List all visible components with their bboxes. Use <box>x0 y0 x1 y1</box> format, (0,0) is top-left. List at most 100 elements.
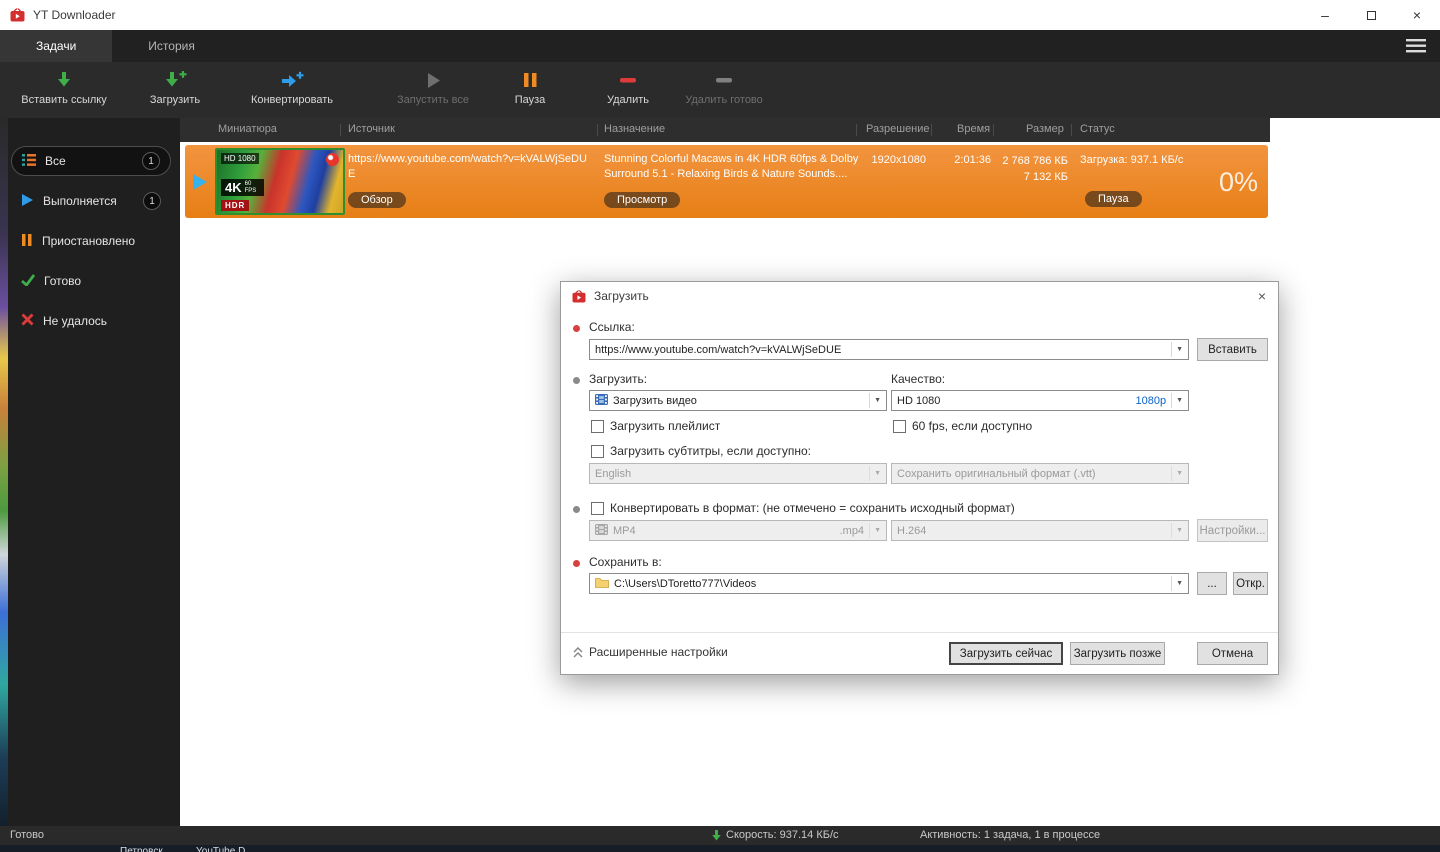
checkbox-box[interactable] <box>591 501 604 515</box>
windows-taskbar-sliver: Петровск... YouTube D... <box>0 845 1440 852</box>
tab-history[interactable]: История <box>112 30 231 62</box>
window-title: YT Downloader <box>33 8 116 22</box>
checkbox-box[interactable] <box>591 419 604 433</box>
quality-value: HD 1080 <box>897 394 941 407</box>
format-select[interactable]: MP4 .mp4 ▼ <box>589 520 887 541</box>
col-resolution[interactable]: Разрешение <box>866 123 930 135</box>
delete-button[interactable]: Удалить <box>596 70 660 106</box>
col-status[interactable]: Статус <box>1080 123 1115 135</box>
pause-all-button[interactable]: Пауза <box>498 70 562 106</box>
subtitle-format-select[interactable]: Сохранить оригинальный формат (.vtt) ▼ <box>891 463 1189 484</box>
playlist-checkbox[interactable]: Загрузить плейлист <box>591 419 720 433</box>
col-size[interactable]: Размер <box>1026 123 1064 135</box>
convert-settings-button[interactable]: Настройки... <box>1197 519 1268 542</box>
resolution-value: 1920x1080 <box>871 154 926 166</box>
dialog-titlebar: Загрузить × <box>561 282 1278 310</box>
chevron-down-icon[interactable]: ▼ <box>869 393 881 408</box>
column-separator <box>340 124 341 136</box>
col-time[interactable]: Время <box>957 123 990 135</box>
maximize-icon <box>1366 10 1376 20</box>
save-path-combobox[interactable]: C:\Users\DToretto777\Videos ▼ <box>589 573 1189 594</box>
dialog-title: Загрузить <box>594 289 649 303</box>
quality-label: Качество: <box>891 372 946 386</box>
download-later-button[interactable]: Загрузить позже <box>1070 642 1165 665</box>
link-label: Ссылка: <box>589 320 635 334</box>
playlist-checkbox-label: Загрузить плейлист <box>610 419 721 433</box>
sidebar-item-failed[interactable]: Не удалось <box>11 306 171 336</box>
convert-label: Конвертировать <box>250 94 334 106</box>
chevron-down-icon[interactable]: ▼ <box>1171 342 1183 357</box>
subtitle-language-select[interactable]: English ▼ <box>589 463 887 484</box>
dialog-close-button[interactable]: × <box>1258 288 1266 304</box>
sidebar-item-paused[interactable]: Приостановлено <box>11 226 171 256</box>
resume-icon[interactable] <box>192 173 208 191</box>
source-url: https://www.youtube.com/watch?v=kVALWjSe… <box>348 153 587 180</box>
pause-label: Пауза <box>514 94 546 106</box>
convert-icon <box>281 70 304 89</box>
download-type-select[interactable]: Загрузить видео ▼ <box>589 390 887 411</box>
save-to-label: Сохранить в: <box>589 555 662 569</box>
download-button[interactable]: Загрузить <box>130 70 220 106</box>
sidebar-item-running[interactable]: Выполняется 1 <box>11 186 171 216</box>
status-activity: Активность: 1 задача, 1 в процессе <box>920 829 1101 841</box>
window-controls: – × <box>1302 0 1440 30</box>
count-badge: 1 <box>142 152 160 170</box>
count-badge: 1 <box>143 192 161 210</box>
taskbar-app[interactable]: YouTube D... <box>196 846 254 852</box>
row-pause-button[interactable]: Пауза <box>1085 191 1142 207</box>
convert-checkbox[interactable]: Конвертировать в формат: (не отмечено = … <box>591 501 1015 515</box>
start-all-label: Запустить все <box>397 94 469 106</box>
close-button[interactable]: × <box>1394 0 1440 30</box>
quality-select[interactable]: HD 1080 1080p ▼ <box>891 390 1189 411</box>
minimize-button[interactable]: – <box>1302 0 1348 30</box>
close-icon: × <box>1412 7 1422 23</box>
cancel-button[interactable]: Отмена <box>1197 642 1268 665</box>
url-combobox[interactable]: https://www.youtube.com/watch?v=kVALWjSe… <box>589 339 1189 360</box>
sidebar-item-label: Приостановлено <box>42 234 136 248</box>
convert-button[interactable]: Конвертировать <box>240 70 344 106</box>
section-bullet <box>573 506 580 513</box>
checkbox-box[interactable] <box>591 444 604 458</box>
save-path-value: C:\Users\DToretto777\Videos <box>614 577 757 590</box>
download-now-button[interactable]: Загрузить сейчас <box>949 642 1063 665</box>
pause-icon <box>21 233 33 250</box>
advanced-settings-toggle[interactable]: Расширенные настройки <box>573 645 728 659</box>
paste-link-icon <box>54 70 74 89</box>
required-bullet <box>573 325 580 332</box>
browse-source-button[interactable]: Обзор <box>348 192 406 208</box>
size-value: 2 768 786 КБ 7 132 КБ <box>980 154 1068 186</box>
sidebar-item-all[interactable]: Все 1 <box>11 146 171 176</box>
film-icon <box>595 393 608 408</box>
menu-icon[interactable] <box>1406 39 1426 53</box>
col-destination[interactable]: Назначение <box>604 123 665 135</box>
chevron-down-icon[interactable]: ▼ <box>1171 393 1183 408</box>
tab-tasks-label: Задачи <box>36 39 77 53</box>
taskbar-app[interactable]: Петровск... <box>120 846 171 852</box>
4k-label: 4K <box>225 180 242 195</box>
task-row[interactable]: HD 1080 4K 60 FPS HDR https://www.youtub… <box>185 145 1268 218</box>
browse-folder-button[interactable]: ... <box>1197 572 1227 595</box>
paste-button[interactable]: Вставить <box>1197 338 1268 361</box>
delete-done-button[interactable]: Удалить готово <box>678 70 770 106</box>
delete-done-icon <box>714 70 734 89</box>
dialog-divider <box>561 632 1278 633</box>
start-all-button[interactable]: Запустить все <box>383 70 483 106</box>
col-source[interactable]: Источник <box>348 123 395 135</box>
checkbox-box[interactable] <box>893 419 906 433</box>
app-window: YT Downloader – × Задачи История Вставит… <box>0 0 1440 852</box>
maximize-button[interactable] <box>1348 0 1394 30</box>
check-icon <box>21 273 36 289</box>
open-folder-button[interactable]: Откр. <box>1233 572 1268 595</box>
folder-icon <box>595 577 609 591</box>
subtitles-checkbox[interactable]: Загрузить субтитры, если доступно: <box>591 444 811 458</box>
fps60-checkbox[interactable]: 60 fps, если доступно <box>893 419 1032 433</box>
tab-tasks[interactable]: Задачи <box>0 30 113 62</box>
preview-button[interactable]: Просмотр <box>604 192 681 208</box>
download-label: Загрузить <box>149 94 201 106</box>
codec-select[interactable]: H.264 ▼ <box>891 520 1189 541</box>
chevron-down-icon[interactable]: ▼ <box>1171 576 1183 591</box>
paste-link-button[interactable]: Вставить ссылку <box>8 70 120 106</box>
status-bar: Готово Скорость: 937.14 КБ/с Активность:… <box>0 826 1440 845</box>
col-thumbnail[interactable]: Миниатюра <box>218 123 277 135</box>
sidebar-item-done[interactable]: Готово <box>11 266 171 296</box>
